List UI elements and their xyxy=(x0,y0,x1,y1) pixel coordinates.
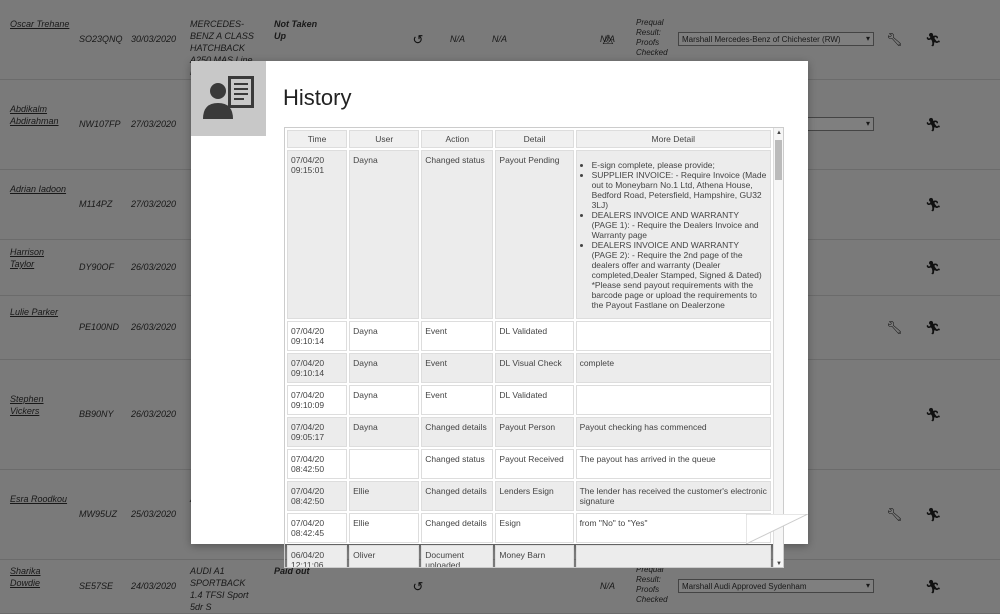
column-header: More Detail xyxy=(575,130,771,148)
cell-detail: Payout Received xyxy=(495,449,574,479)
list-item: DEALERS INVOICE AND WARRANTY (PAGE 2): -… xyxy=(592,240,767,310)
cell-action: Changed status xyxy=(421,449,494,479)
cell-more-detail: complete xyxy=(575,353,771,383)
cell-user: Dayna xyxy=(349,150,420,319)
column-header: Time xyxy=(287,130,348,148)
cell-more-detail: The lender has received the customer's e… xyxy=(575,481,771,511)
cell-action: Event xyxy=(421,321,494,351)
cell-more-detail xyxy=(575,385,771,415)
history-modal: History Time User Action Detail More Detail … xyxy=(191,61,808,568)
cell-time: 07/04/20 08:42:45 xyxy=(287,513,348,543)
cell-more-detail xyxy=(575,545,771,567)
cell-user: Dayna xyxy=(349,417,420,447)
table-row: 07/04/20 09:05:17 Dayna Changed details Pay… xyxy=(287,417,771,447)
list-item: SUPPLIER INVOICE: - Require Invoice (Mad… xyxy=(592,170,767,210)
cell-detail: Money Barn xyxy=(495,545,574,567)
cell-action: Event xyxy=(421,385,494,415)
cell-detail: Esign xyxy=(495,513,574,543)
cell-time: 06/04/20 12:11:06 xyxy=(287,545,348,567)
table-scrollbar[interactable]: ▲ ▼ xyxy=(773,128,783,567)
cell-user: Oliver xyxy=(349,545,420,567)
cell-action: Changed details xyxy=(421,481,494,511)
cell-detail: DL Validated xyxy=(495,321,574,351)
list-item: E-sign complete, please provide; xyxy=(592,160,767,170)
scroll-down-icon[interactable]: ▼ xyxy=(774,561,783,567)
table-row: 07/04/20 09:10:09 Dayna Event DL Validated xyxy=(287,385,771,415)
table-header-row: Time User Action Detail More Detail xyxy=(287,130,771,148)
table-row: 07/04/20 09:10:14 Dayna Event DL Visual Che… xyxy=(287,353,771,383)
cell-more-detail: E-sign complete, please provide;SUPPLIER… xyxy=(575,150,771,319)
cell-action: Document uploaded xyxy=(421,545,494,567)
cell-action: Changed status xyxy=(421,150,494,319)
table-row: 07/04/20 08:42:50 Ellie Changed details Len… xyxy=(287,481,771,511)
cell-action: Changed details xyxy=(421,513,494,543)
cell-more-detail: from "No" to "Yes" xyxy=(575,513,771,543)
cell-time: 07/04/20 08:42:50 xyxy=(287,449,348,479)
cell-more-detail: Payout checking has commenced xyxy=(575,417,771,447)
cell-user: Dayna xyxy=(349,353,420,383)
cell-detail: Payout Pending xyxy=(495,150,574,319)
cell-user: Dayna xyxy=(349,321,420,351)
column-header: Detail xyxy=(495,130,574,148)
column-header: Action xyxy=(421,130,494,148)
modal-title: History xyxy=(283,85,352,110)
history-table: Time User Action Detail More Detail 07/04/20… xyxy=(285,128,773,567)
history-table-container[interactable]: Time User Action Detail More Detail 07/04/20… xyxy=(284,127,784,568)
cell-detail: Lenders Esign xyxy=(495,481,574,511)
page-curl xyxy=(746,514,808,544)
cell-more-detail xyxy=(575,321,771,351)
cell-time: 07/04/20 09:10:14 xyxy=(287,321,348,351)
cell-time: 07/04/20 08:42:50 xyxy=(287,481,348,511)
cell-more-detail: The payout has arrived in the queue xyxy=(575,449,771,479)
table-body: 07/04/20 09:15:01 Dayna Changed status Payo… xyxy=(287,150,771,567)
cell-action: Changed details xyxy=(421,417,494,447)
scroll-up-icon[interactable]: ▲ xyxy=(774,130,783,136)
cell-detail: DL Validated xyxy=(495,385,574,415)
cell-action: Event xyxy=(421,353,494,383)
list-item: DEALERS INVOICE AND WARRANTY (PAGE 1): -… xyxy=(592,210,767,240)
cell-time: 07/04/20 09:10:09 xyxy=(287,385,348,415)
cell-detail: Payout Person xyxy=(495,417,574,447)
cell-user: Ellie xyxy=(349,513,420,543)
table-row: 07/04/20 08:42:50 Changed status Payout Re… xyxy=(287,449,771,479)
table-row: 07/04/20 08:42:45 Ellie Changed details Esi… xyxy=(287,513,771,543)
table-row: 07/04/20 09:15:01 Dayna Changed status Payo… xyxy=(287,150,771,319)
cell-user: Ellie xyxy=(349,481,420,511)
cell-time: 07/04/20 09:10:14 xyxy=(287,353,348,383)
cell-detail: DL Visual Check xyxy=(495,353,574,383)
scrollbar-thumb[interactable] xyxy=(775,140,782,180)
cell-user: Dayna xyxy=(349,385,420,415)
cell-time: 07/04/20 09:05:17 xyxy=(287,417,348,447)
user-document-icon xyxy=(191,61,266,136)
more-detail-list: E-sign complete, please provide;SUPPLIER… xyxy=(580,160,767,310)
cell-user xyxy=(349,449,420,479)
table-row: 06/04/20 12:11:06 Oliver Document uploaded… xyxy=(287,545,771,567)
cell-time: 07/04/20 09:15:01 xyxy=(287,150,348,319)
table-row: 07/04/20 09:10:14 Dayna Event DL Validated xyxy=(287,321,771,351)
column-header: User xyxy=(349,130,420,148)
